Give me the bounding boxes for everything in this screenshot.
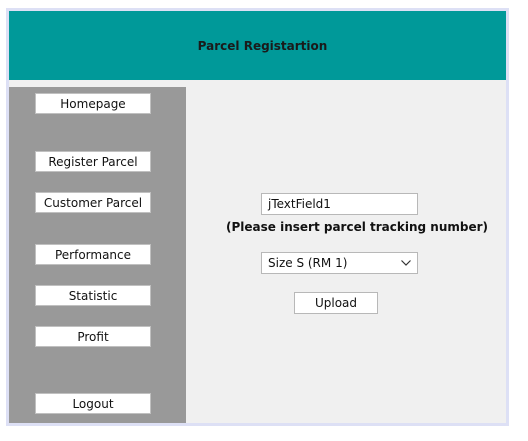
upload-button[interactable]: Upload xyxy=(294,292,378,314)
chevron-down-icon xyxy=(401,258,411,268)
sidebar: Homepage Register Parcel Customer Parcel… xyxy=(9,87,186,423)
page-title: Parcel Registartion xyxy=(197,38,328,53)
main-panel: jTextField1 (Please insert parcel tracki… xyxy=(186,87,506,423)
profit-button[interactable]: Profit xyxy=(35,326,151,347)
tracking-hint-label: (Please insert parcel tracking number) xyxy=(226,220,488,234)
tracking-number-input[interactable]: jTextField1 xyxy=(261,193,418,215)
header-bar: Parcel Registartion xyxy=(9,11,506,80)
parcel-size-select[interactable]: Size S (RM 1) xyxy=(261,252,418,274)
homepage-button[interactable]: Homepage xyxy=(35,93,151,114)
statistic-button[interactable]: Statistic xyxy=(35,285,151,306)
tracking-number-value: jTextField1 xyxy=(268,197,331,211)
customer-parcel-button[interactable]: Customer Parcel xyxy=(35,192,151,213)
performance-button[interactable]: Performance xyxy=(35,244,151,265)
app-window: Parcel Registartion Homepage Register Pa… xyxy=(6,8,509,426)
parcel-size-selected: Size S (RM 1) xyxy=(268,256,348,270)
register-parcel-button[interactable]: Register Parcel xyxy=(35,151,151,172)
logout-button[interactable]: Logout xyxy=(35,393,151,414)
